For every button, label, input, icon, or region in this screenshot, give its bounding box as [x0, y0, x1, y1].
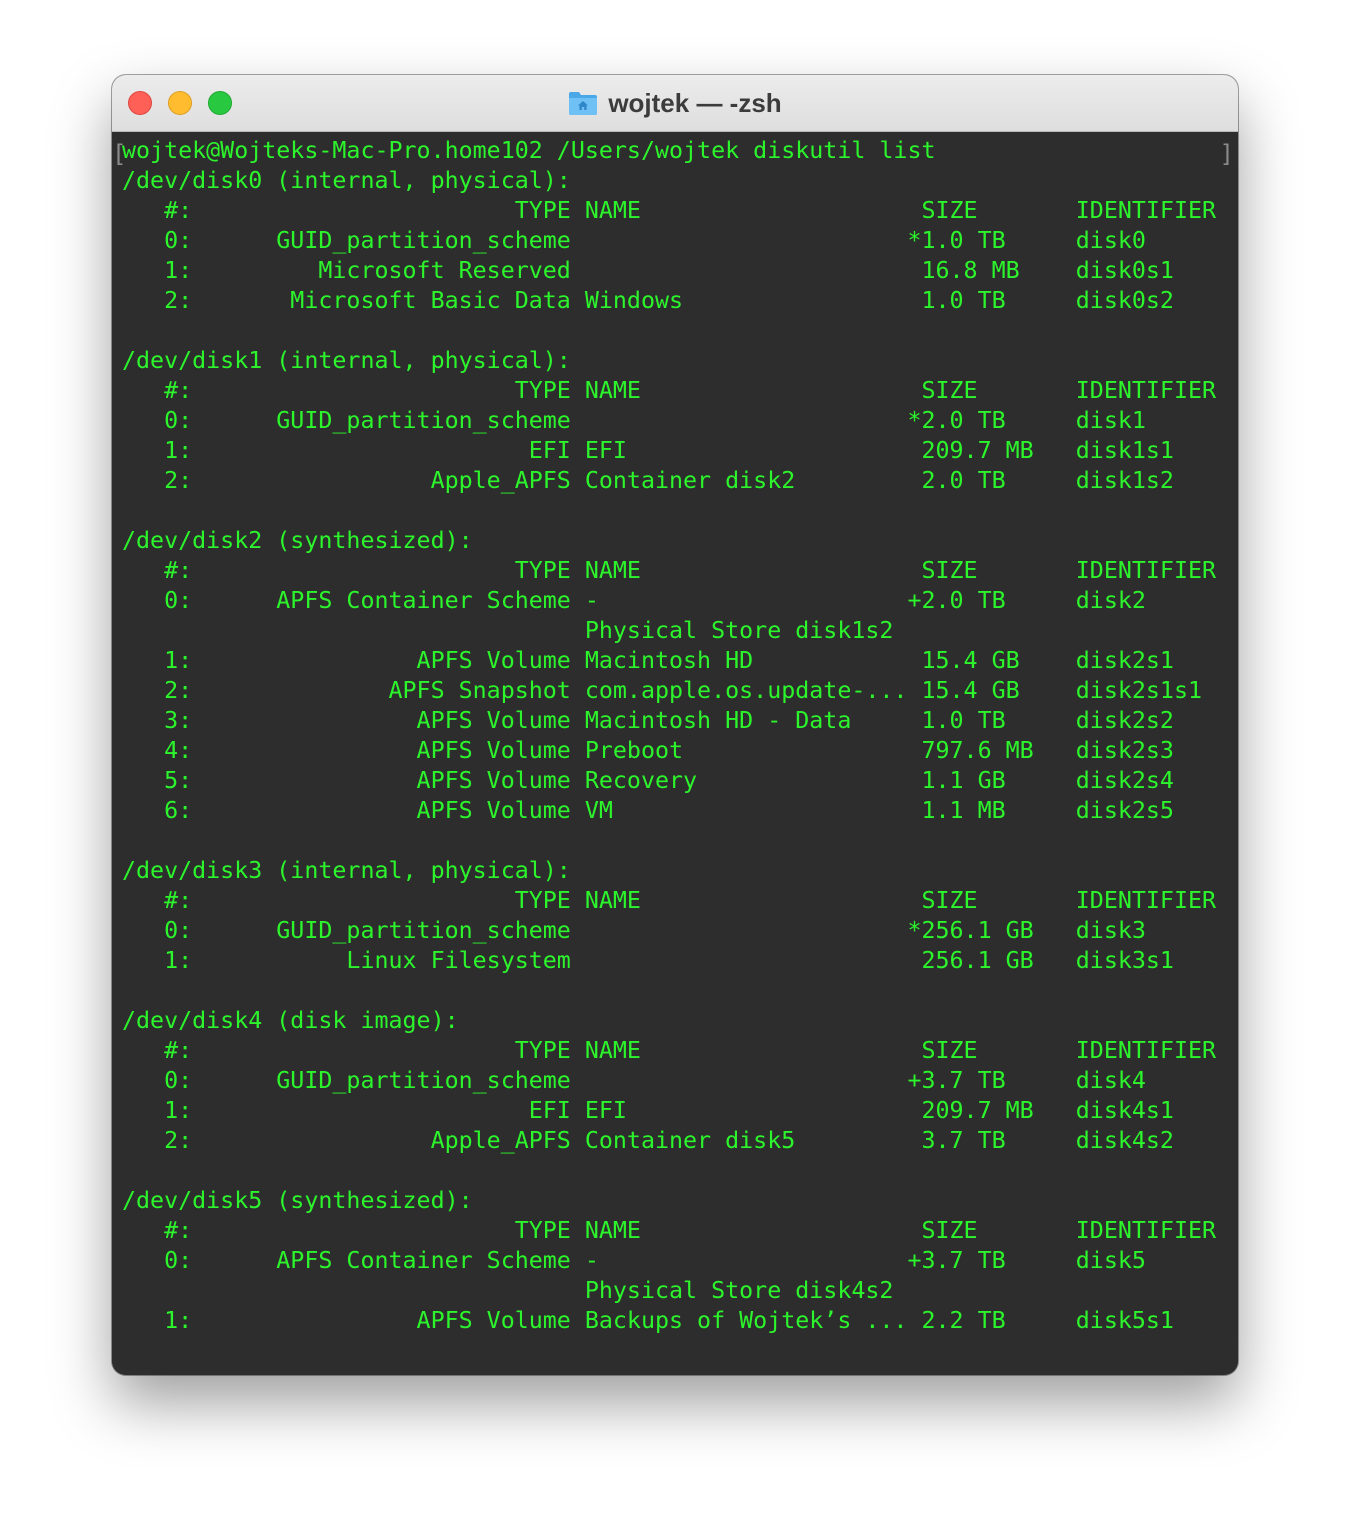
terminal-line: #: TYPE NAME SIZE IDENTIFIER: [122, 1037, 1217, 1064]
terminal-line: 0: GUID_partition_scheme *256.1 GB disk3: [122, 917, 1146, 944]
terminal-line: 1: APFS Volume Macintosh HD 15.4 GB disk…: [122, 647, 1174, 674]
terminal-line: 0: APFS Container Scheme - +3.7 TB disk5: [122, 1247, 1146, 1274]
terminal-output[interactable]: wojtek@Wojteks-Mac-Pro.home102 /Users/wo…: [122, 136, 1216, 1336]
title-bar[interactable]: wojtek — -zsh: [112, 75, 1238, 132]
terminal-line: /dev/disk0 (internal, physical):: [122, 167, 571, 194]
terminal-line: /dev/disk1 (internal, physical):: [122, 347, 571, 374]
terminal-line: #: TYPE NAME SIZE IDENTIFIER: [122, 1217, 1217, 1244]
terminal-line: 4: APFS Volume Preboot 797.6 MB disk2s3: [122, 737, 1174, 764]
terminal-line: 2: Apple_APFS Container disk2 2.0 TB dis…: [122, 467, 1174, 494]
terminal-line: 1: EFI EFI 209.7 MB disk4s1: [122, 1097, 1174, 1124]
terminal-line: 0: GUID_partition_scheme *2.0 TB disk1: [122, 407, 1146, 434]
terminal-line: #: TYPE NAME SIZE IDENTIFIER: [122, 557, 1217, 584]
terminal-line: /dev/disk3 (internal, physical):: [122, 857, 571, 884]
terminal-content[interactable]: [ ] wojtek@Wojteks-Mac-Pro.home102 /User…: [112, 132, 1238, 1375]
terminal-line: 1: EFI EFI 209.7 MB disk1s1: [122, 437, 1174, 464]
terminal-line: 1: Microsoft Reserved 16.8 MB disk0s1: [122, 257, 1174, 284]
terminal-line: 6: APFS Volume VM 1.1 MB disk2s5: [122, 797, 1174, 824]
terminal-line: #: TYPE NAME SIZE IDENTIFIER: [122, 887, 1217, 914]
terminal-line: 0: GUID_partition_scheme +3.7 TB disk4: [122, 1067, 1146, 1094]
terminal-line: /dev/disk4 (disk image):: [122, 1007, 459, 1034]
terminal-line: #: TYPE NAME SIZE IDENTIFIER: [122, 377, 1217, 404]
prompt-bracket-right: ]: [1219, 140, 1234, 168]
terminal-line: 2: Apple_APFS Container disk5 3.7 TB dis…: [122, 1127, 1174, 1154]
terminal-line: 3: APFS Volume Macintosh HD - Data 1.0 T…: [122, 707, 1174, 734]
home-folder-icon: [568, 90, 598, 116]
terminal-line: #: TYPE NAME SIZE IDENTIFIER: [122, 197, 1217, 224]
terminal-line: 5: APFS Volume Recovery 1.1 GB disk2s4: [122, 767, 1174, 794]
terminal-window: wojtek — -zsh [ ] wojtek@Wojteks-Mac-Pro…: [112, 75, 1238, 1375]
window-title-group: wojtek — -zsh: [112, 75, 1238, 131]
window-title: wojtek — -zsh: [608, 87, 782, 118]
terminal-line: Physical Store disk1s2: [122, 617, 894, 644]
terminal-line: 1: APFS Volume Backups of Wojtek’s ... 2…: [122, 1307, 1174, 1334]
terminal-line: 2: Microsoft Basic Data Windows 1.0 TB d…: [122, 287, 1174, 314]
terminal-line: Physical Store disk4s2: [122, 1277, 894, 1304]
terminal-line: 2: APFS Snapshot com.apple.os.update-...…: [122, 677, 1202, 704]
terminal-line: /dev/disk5 (synthesized):: [122, 1187, 473, 1214]
terminal-line: 0: APFS Container Scheme - +2.0 TB disk2: [122, 587, 1146, 614]
terminal-line: 0: GUID_partition_scheme *1.0 TB disk0: [122, 227, 1146, 254]
command-line: wojtek@Wojteks-Mac-Pro.home102 /Users/wo…: [122, 137, 936, 164]
terminal-line: /dev/disk2 (synthesized):: [122, 527, 473, 554]
terminal-line: 1: Linux Filesystem 256.1 GB disk3s1: [122, 947, 1174, 974]
